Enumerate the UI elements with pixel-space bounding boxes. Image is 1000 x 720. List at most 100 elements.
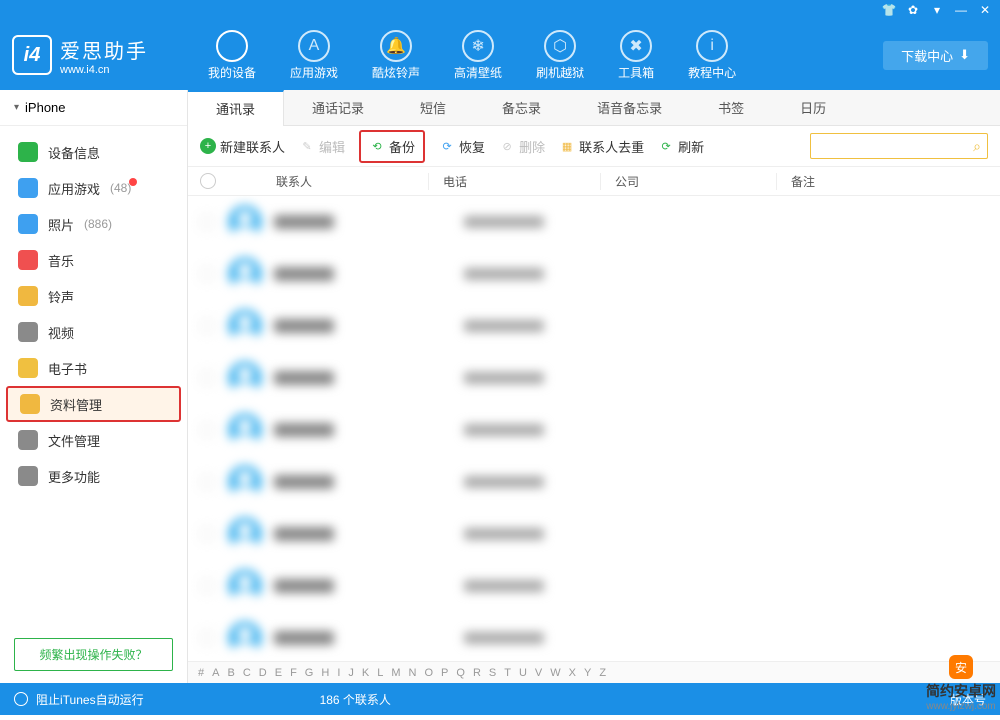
menu-icon[interactable]: ▾ <box>930 3 944 17</box>
alpha-F[interactable]: F <box>290 667 297 679</box>
sidebar-item-3[interactable]: 音乐 <box>0 242 187 278</box>
settings-icon[interactable]: ✿ <box>906 3 920 17</box>
table-row[interactable] <box>188 456 1000 508</box>
row-checkbox[interactable] <box>200 423 214 437</box>
alpha-H[interactable]: H <box>321 667 329 679</box>
nav-3[interactable]: ❄高清壁纸 <box>454 30 502 81</box>
alpha-A[interactable]: A <box>212 667 219 679</box>
row-checkbox[interactable] <box>200 579 214 593</box>
tab-2[interactable]: 短信 <box>392 90 474 126</box>
table-row[interactable] <box>188 508 1000 560</box>
select-all-checkbox[interactable] <box>200 173 216 189</box>
alpha-G[interactable]: G <box>305 667 314 679</box>
sidebar-item-0[interactable]: 设备信息 <box>0 134 187 170</box>
table-row[interactable] <box>188 612 1000 661</box>
row-checkbox[interactable] <box>200 631 214 645</box>
search-box[interactable]: ⌕ <box>810 133 988 159</box>
alpha-M[interactable]: M <box>391 667 400 679</box>
col-contact[interactable]: 联系人 <box>228 173 428 190</box>
table-row[interactable] <box>188 560 1000 612</box>
col-phone[interactable]: 电话 <box>428 173 600 190</box>
shirt-icon[interactable]: 👕 <box>882 3 896 17</box>
nav-icon: A <box>298 30 330 62</box>
col-note[interactable]: 备注 <box>776 173 1000 190</box>
table-row[interactable] <box>188 300 1000 352</box>
sidebar-item-7[interactable]: 资料管理 <box>6 386 181 422</box>
sidebar-item-1[interactable]: 应用游戏(48) <box>0 170 187 206</box>
tab-1[interactable]: 通话记录 <box>284 90 392 126</box>
tab-6[interactable]: 日历 <box>772 90 854 126</box>
alpha-O[interactable]: O <box>424 667 433 679</box>
alpha-Q[interactable]: Q <box>456 667 465 679</box>
table-row[interactable] <box>188 248 1000 300</box>
search-input[interactable] <box>817 139 973 153</box>
sidebar-item-2[interactable]: 照片(886) <box>0 206 187 242</box>
sidebar-item-6[interactable]: 电子书 <box>0 350 187 386</box>
sidebar-item-8[interactable]: 文件管理 <box>0 422 187 458</box>
tab-4[interactable]: 语音备忘录 <box>569 90 690 126</box>
alpha-D[interactable]: D <box>259 667 267 679</box>
alpha-T[interactable]: T <box>504 667 511 679</box>
sidebar-icon <box>18 466 38 486</box>
nav-0[interactable]: 我的设备 <box>208 30 256 81</box>
alpha-W[interactable]: W <box>550 667 560 679</box>
plus-icon: + <box>200 138 216 154</box>
device-selector[interactable]: ▾ iPhone <box>0 90 187 126</box>
close-icon[interactable]: ✕ <box>978 3 992 17</box>
row-checkbox[interactable] <box>200 215 214 229</box>
alpha-S[interactable]: S <box>489 667 496 679</box>
pencil-icon: ✎ <box>299 138 315 154</box>
alpha-B[interactable]: B <box>227 667 234 679</box>
alpha-V[interactable]: V <box>535 667 542 679</box>
nav-5[interactable]: ✖工具箱 <box>618 30 654 81</box>
minimize-icon[interactable]: — <box>954 3 968 17</box>
restore-button[interactable]: ⟳ 恢复 <box>439 137 485 156</box>
table-row[interactable] <box>188 404 1000 456</box>
search-icon[interactable]: ⌕ <box>973 138 981 155</box>
alpha-C[interactable]: C <box>243 667 251 679</box>
table-row[interactable] <box>188 196 1000 248</box>
col-company[interactable]: 公司 <box>600 173 776 190</box>
sidebar-icon <box>18 250 38 270</box>
tab-5[interactable]: 书签 <box>690 90 772 126</box>
row-checkbox[interactable] <box>200 371 214 385</box>
alpha-N[interactable]: N <box>409 667 417 679</box>
backup-button[interactable]: ⟲ 备份 <box>359 130 425 163</box>
refresh-button[interactable]: ⟳ 刷新 <box>658 137 704 156</box>
fail-help-link[interactable]: 频繁出现操作失败？ <box>14 638 173 671</box>
dedup-button[interactable]: ▦ 联系人去重 <box>559 137 644 156</box>
nav-4[interactable]: ⬡刷机越狱 <box>536 30 584 81</box>
alpha-Y[interactable]: Y <box>584 667 591 679</box>
table-row[interactable] <box>188 352 1000 404</box>
sidebar-item-9[interactable]: 更多功能 <box>0 458 187 494</box>
nav-1[interactable]: A应用游戏 <box>290 30 338 81</box>
tab-3[interactable]: 备忘录 <box>474 90 569 126</box>
statusbar: 阻止iTunes自动运行 186 个联系人 版本号 <box>0 683 1000 715</box>
delete-button[interactable]: ⊘ 删除 <box>499 137 545 156</box>
alpha-P[interactable]: P <box>441 667 448 679</box>
new-contact-button[interactable]: + 新建联系人 <box>200 137 285 156</box>
nav-2[interactable]: 🔔酷炫铃声 <box>372 30 420 81</box>
alpha-L[interactable]: L <box>377 667 383 679</box>
alpha-K[interactable]: K <box>362 667 369 679</box>
row-checkbox[interactable] <box>200 267 214 281</box>
alpha-#[interactable]: # <box>198 667 204 679</box>
edit-button[interactable]: ✎ 编辑 <box>299 137 345 156</box>
alpha-I[interactable]: I <box>337 667 340 679</box>
sidebar-item-5[interactable]: 视频 <box>0 314 187 350</box>
alpha-E[interactable]: E <box>275 667 282 679</box>
row-checkbox[interactable] <box>200 527 214 541</box>
nav-6[interactable]: i教程中心 <box>688 30 736 81</box>
sidebar-item-4[interactable]: 铃声 <box>0 278 187 314</box>
alpha-R[interactable]: R <box>473 667 481 679</box>
alpha-U[interactable]: U <box>519 667 527 679</box>
alpha-Z[interactable]: Z <box>599 667 606 679</box>
status-toggle-icon[interactable] <box>14 692 28 706</box>
row-checkbox[interactable] <box>200 475 214 489</box>
row-checkbox[interactable] <box>200 319 214 333</box>
alpha-J[interactable]: J <box>348 667 354 679</box>
alpha-X[interactable]: X <box>569 667 576 679</box>
status-itunes[interactable]: 阻止iTunes自动运行 <box>36 691 144 708</box>
download-center-button[interactable]: 下载中心 ⬇ <box>883 41 988 70</box>
tab-0[interactable]: 通讯录 <box>188 90 284 126</box>
